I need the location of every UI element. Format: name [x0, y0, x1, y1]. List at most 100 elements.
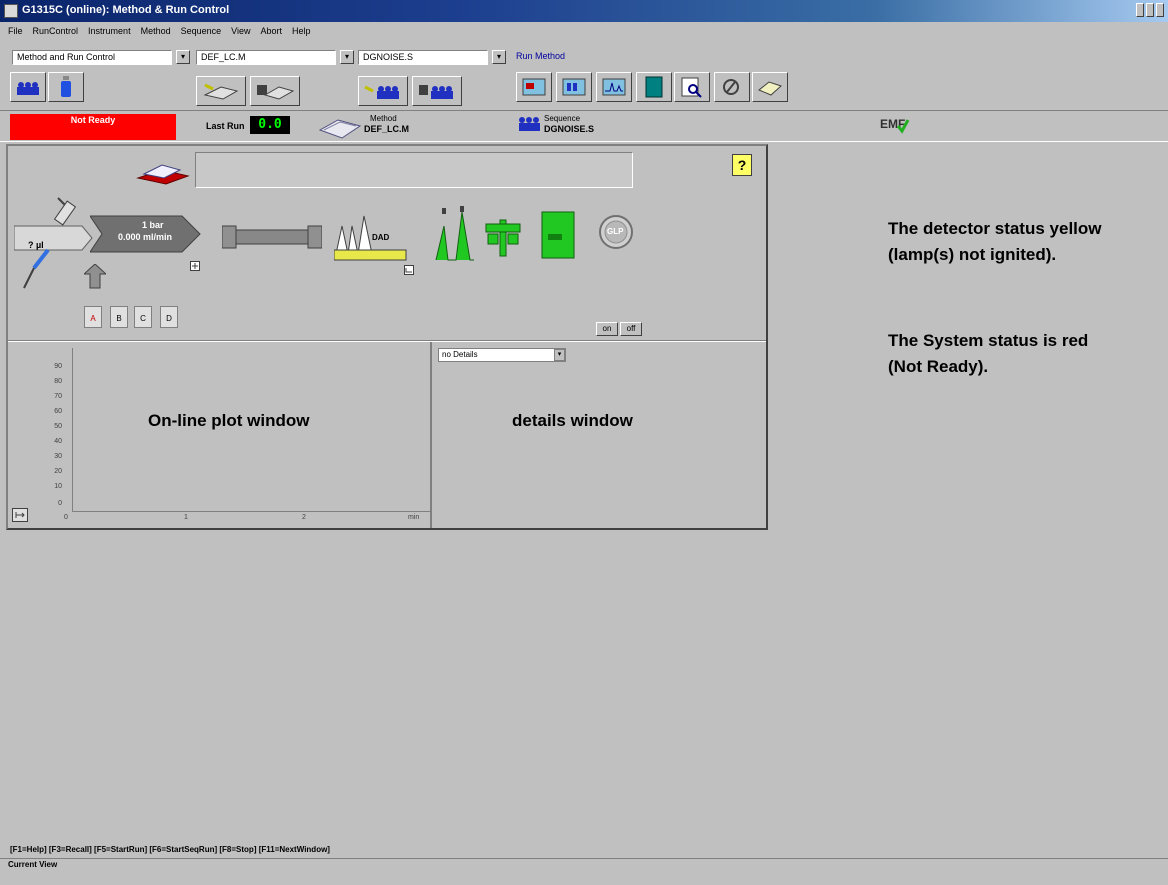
- help-button[interactable]: ?: [732, 154, 752, 176]
- method-book-button[interactable]: [752, 72, 788, 102]
- sequence-mode-icon: [562, 78, 586, 96]
- preview-button[interactable]: [674, 72, 710, 102]
- y-tick: 90: [54, 363, 62, 370]
- single-vial-button[interactable]: [48, 72, 84, 102]
- method-status-value: DEF_LC.M: [364, 124, 409, 134]
- details-window[interactable]: [434, 342, 766, 528]
- run-method-label: Run Method: [516, 51, 566, 61]
- injector-volume: ? µl: [28, 240, 44, 250]
- integration-icon: [484, 216, 524, 263]
- vial-icon: [61, 76, 71, 97]
- sample-tray-button[interactable]: [10, 72, 46, 102]
- solvent-bottle-a[interactable]: A: [84, 306, 102, 328]
- menu-runcontrol[interactable]: RunControl: [33, 26, 79, 36]
- y-tick: 50: [54, 423, 62, 430]
- injector-module[interactable]: [13, 196, 94, 297]
- menu-method[interactable]: Method: [141, 26, 171, 36]
- x-tick: min: [408, 514, 420, 521]
- load-sequence-icon: [364, 85, 399, 99]
- view-select[interactable]: Method and Run Control: [12, 50, 172, 65]
- system-status-annotation: The System status is red (Not Ready).: [888, 331, 1089, 376]
- sequence-mode-button[interactable]: [556, 72, 592, 102]
- minimize-icon[interactable]: [1136, 3, 1144, 17]
- off-button[interactable]: off: [620, 322, 642, 336]
- y-tick: 0: [58, 500, 62, 507]
- save-sequence-icon: [419, 85, 453, 99]
- column-module[interactable]: [221, 222, 323, 257]
- y-tick: 30: [54, 453, 62, 460]
- menu-view[interactable]: View: [231, 26, 250, 36]
- close-icon[interactable]: [1156, 3, 1164, 17]
- window-controls: [1136, 3, 1164, 17]
- plot-settings-button[interactable]: [12, 508, 28, 527]
- x-tick: 1: [184, 514, 188, 521]
- title-bar: G1315C (online): Method & Run Control: [0, 0, 1168, 22]
- save-sequence-button[interactable]: [412, 76, 462, 106]
- app-icon: [4, 4, 18, 18]
- y-tick: 20: [54, 468, 62, 475]
- tools-icon: [723, 79, 739, 95]
- method-select-dropdown[interactable]: ▾: [340, 50, 354, 64]
- method-select[interactable]: DEF_LC.M: [196, 50, 336, 65]
- y-tick: 40: [54, 438, 62, 445]
- menu-sequence[interactable]: Sequence: [181, 26, 222, 36]
- chromatogram-peaks-icon: [434, 206, 476, 269]
- sequence-select-dropdown[interactable]: ▾: [492, 50, 506, 64]
- save-method-button[interactable]: [250, 76, 300, 106]
- menu-abort[interactable]: Abort: [261, 26, 283, 36]
- vials-icon: [17, 82, 39, 95]
- open-book-icon: [758, 81, 782, 96]
- solvent-bottle-b[interactable]: B: [110, 306, 128, 328]
- details-select[interactable]: no Details: [438, 348, 566, 362]
- menu-bar: File RunControl Instrument Method Sequen…: [0, 22, 1168, 40]
- y-tick: 70: [54, 393, 62, 400]
- y-tick: 80: [54, 378, 62, 385]
- sequence-select[interactable]: DGNOISE.S: [358, 50, 488, 65]
- emf-check-icon: [896, 118, 910, 139]
- on-button[interactable]: on: [596, 322, 618, 336]
- sequence-status-icon: [518, 115, 542, 140]
- report-icon: [540, 210, 576, 265]
- method-status-label: Method: [370, 114, 397, 123]
- degasser-icon: [82, 263, 108, 299]
- x-tick: 0: [64, 514, 68, 521]
- x-tick: 2: [302, 514, 306, 521]
- report-button[interactable]: [636, 72, 672, 102]
- current-view-label: Current View: [8, 860, 58, 869]
- glp-label: GLP: [607, 227, 624, 236]
- load-method-button[interactable]: [196, 76, 246, 106]
- details-select-dropdown[interactable]: ▾: [554, 349, 565, 361]
- method-info-icon: [136, 160, 192, 191]
- book-icon: [645, 76, 663, 98]
- maximize-icon[interactable]: [1146, 3, 1154, 17]
- detector-label: DAD: [372, 233, 390, 242]
- last-run-value: 0.0: [250, 116, 290, 134]
- menu-help[interactable]: Help: [292, 26, 311, 36]
- chromatogram-button[interactable]: [596, 72, 632, 102]
- menu-instrument[interactable]: Instrument: [88, 26, 131, 36]
- pump-flow: 0.000 ml/min: [118, 232, 173, 242]
- solvent-bottle-d[interactable]: D: [160, 306, 178, 328]
- view-select-dropdown[interactable]: ▾: [176, 50, 190, 64]
- method-mode-icon: [522, 78, 546, 96]
- solvent-bottle-c[interactable]: C: [134, 306, 152, 328]
- last-run-label: Last Run: [206, 121, 245, 131]
- run-method-mode-button[interactable]: [516, 72, 552, 102]
- menu-file[interactable]: File: [8, 26, 23, 36]
- plot-window-label: On-line plot window: [148, 411, 310, 430]
- y-tick: 60: [54, 408, 62, 415]
- detector-detail-icon[interactable]: [404, 262, 414, 280]
- pump-pressure: 1 bar: [142, 220, 164, 230]
- sequence-status-label: Sequence: [544, 114, 581, 123]
- load-sequence-button[interactable]: [358, 76, 408, 106]
- y-tick: 10: [54, 483, 62, 490]
- details-window-label: details window: [512, 411, 633, 430]
- window-title: G1315C (online): Method & Run Control: [22, 4, 230, 16]
- status-bar: [0, 858, 1168, 885]
- pump-detail-icon[interactable]: [190, 258, 200, 276]
- tools-button[interactable]: [714, 72, 750, 102]
- method-status-icon: [318, 112, 362, 145]
- system-status-indicator[interactable]: Not Ready: [10, 114, 176, 140]
- load-method-icon: [203, 83, 239, 100]
- sequence-status-value: DGNOISE.S: [544, 124, 595, 134]
